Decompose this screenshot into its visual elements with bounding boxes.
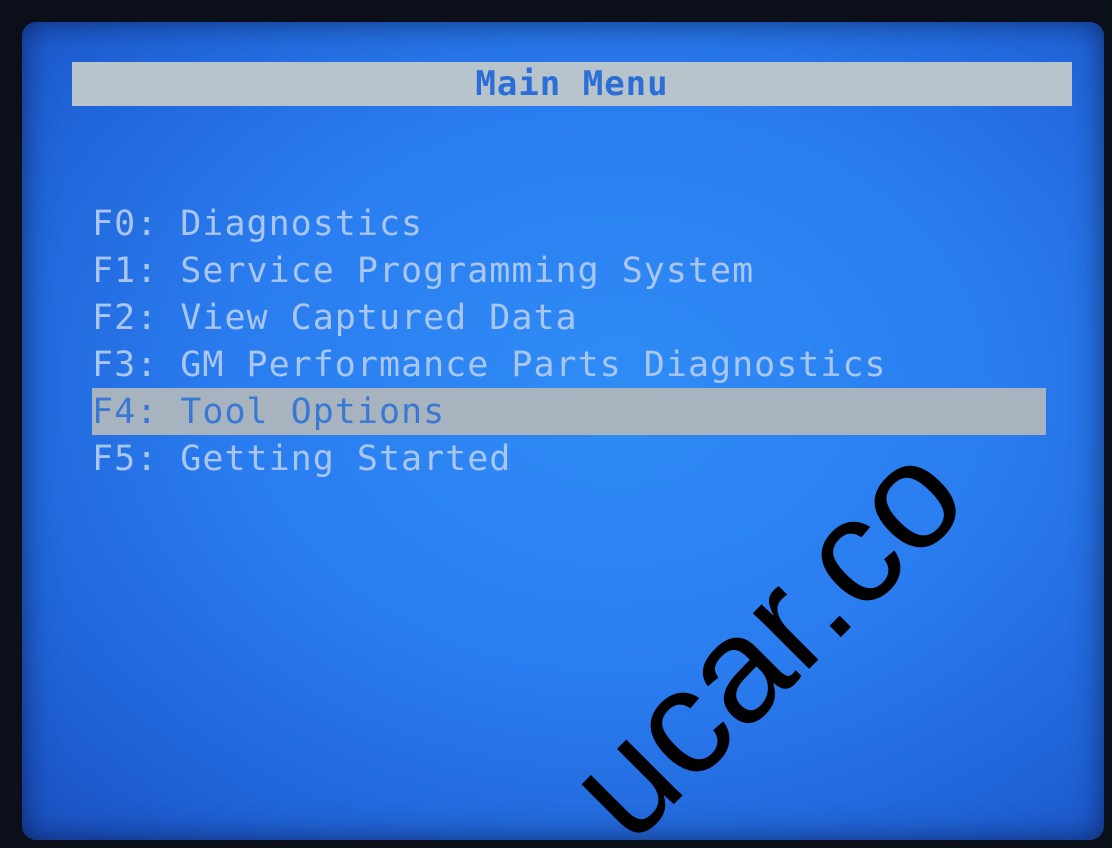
- menu-item-service-programming-system[interactable]: F1: Service Programming System: [92, 247, 1092, 294]
- menu-item-label: Getting Started: [180, 438, 512, 479]
- menu-item-key: F3:: [92, 344, 159, 385]
- title-bar: Main Menu: [72, 62, 1072, 106]
- main-menu: F0: Diagnostics F1: Service Programming …: [92, 200, 1092, 482]
- menu-item-label: Diagnostics: [180, 203, 424, 244]
- menu-item-key: F4:: [92, 391, 159, 432]
- page-title: Main Menu: [475, 64, 669, 104]
- menu-item-label: GM Performance Parts Diagnostics: [180, 344, 887, 385]
- menu-item-view-captured-data[interactable]: F2: View Captured Data: [92, 294, 1092, 341]
- menu-item-key: F5:: [92, 438, 159, 479]
- device-screen: Main Menu F0: Diagnostics F1: Service Pr…: [22, 22, 1104, 840]
- menu-item-key: F2:: [92, 297, 159, 338]
- menu-item-label: View Captured Data: [180, 297, 578, 338]
- menu-item-label: Tool Options: [180, 391, 446, 432]
- menu-item-key: F0:: [92, 203, 159, 244]
- menu-item-gm-performance-parts-diagnostics[interactable]: F3: GM Performance Parts Diagnostics: [92, 341, 1092, 388]
- menu-item-diagnostics[interactable]: F0: Diagnostics: [92, 200, 1092, 247]
- menu-item-label: Service Programming System: [180, 250, 755, 291]
- menu-item-getting-started[interactable]: F5: Getting Started: [92, 435, 1092, 482]
- menu-item-key: F1:: [92, 250, 159, 291]
- menu-item-tool-options[interactable]: F4: Tool Options: [92, 388, 1046, 435]
- device-bezel: Main Menu F0: Diagnostics F1: Service Pr…: [0, 0, 1112, 848]
